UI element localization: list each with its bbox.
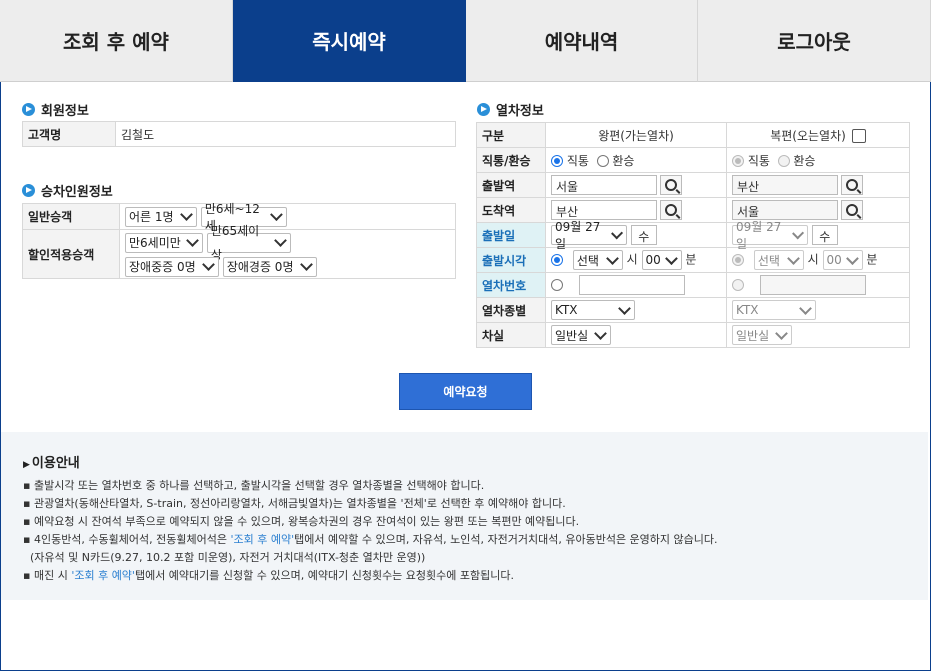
adult-count-select[interactable]: 어른 1명 [125,206,197,227]
ret-arr-input[interactable]: 서울 [732,200,838,220]
under6-count-select[interactable]: 만6세미만 [125,232,203,253]
disabled-mild-select[interactable]: 장애경증 0명 [222,256,317,277]
row-dep-label: 출발역 [476,172,546,198]
chevron-down-icon [299,258,313,271]
out-seat-select[interactable]: 일반실 [551,325,611,345]
out-day: 수 [630,225,657,245]
ret-date-select[interactable]: 09월 27일 [732,220,808,251]
ret-type-select[interactable]: KTX [732,300,816,320]
list-item: ▪ 매진 시 '조회 후 예약'탭에서 예약대기를 신청할 수 있으며, 예약대… [23,569,514,582]
member-info-table: 고객명 김철도 [22,121,456,147]
col-return-cell: 복편(오는열차) [726,122,910,148]
ret-min-select[interactable]: 00 [822,250,863,270]
ret-day: 수 [811,225,838,245]
row-time-label: 출발시각 [476,247,546,273]
search-icon[interactable] [660,175,682,195]
chevron-down-icon [270,208,283,221]
out-trainno-input[interactable] [578,275,685,295]
search-icon[interactable] [841,200,863,220]
chevron-down-icon [775,326,788,340]
customer-name-value: 김철도 [115,121,456,147]
return-checkbox[interactable] [851,129,866,143]
ret-trainno-radio[interactable] [732,279,744,291]
row-type-label: 열차종별 [476,297,546,323]
chevron-down-icon [605,251,619,265]
ret-hour-select[interactable]: 선택 [753,250,804,270]
tab-logout[interactable]: 로그아웃 [698,0,931,82]
arrow-bullet-icon [22,184,35,197]
chevron-down-icon [791,226,804,240]
tab-instant-reserve[interactable]: 즉시예약 [233,0,466,82]
chevron-down-icon [610,226,623,240]
out-hour-select[interactable]: 선택 [572,250,623,270]
out-dep-input[interactable]: 서울 [551,175,657,195]
row-direct-label: 직통/환승 [476,147,546,173]
col-label: 구분 [476,122,546,148]
customer-name-label: 고객명 [22,121,116,147]
chevron-down-icon [664,251,678,265]
chevron-down-icon [274,234,287,247]
tab-reservation-history[interactable]: 예약내역 [466,0,698,82]
general-passenger-label: 일반승객 [22,203,120,230]
search-icon[interactable] [660,200,682,220]
reservation-request-button[interactable]: 예약요청 [399,373,532,410]
row-trainno-label: 열차번호 [476,272,546,298]
out-arr-input[interactable]: 부산 [551,200,657,220]
usage-guide-title: 이용안내 [23,452,906,471]
out-type-select[interactable]: KTX [551,300,635,320]
out-transfer-radio[interactable] [596,155,609,167]
list-item: ▪ 관광열차(동해산타열차, S-train, 정선아리랑열차, 서해금빛열차)… [23,497,566,510]
list-item: ▪ 출발시각 또는 열차번호 중 하나를 선택하고, 출발시각을 선택할 경우 … [23,479,485,492]
arrow-bullet-icon [477,103,490,116]
chevron-down-icon [180,208,193,221]
out-trainno-radio[interactable] [551,279,563,291]
out-time-radio[interactable] [551,254,563,266]
out-direct-radio[interactable] [551,155,563,167]
list-item: ▪ 예약요청 시 잔여석 부족으로 예약되지 않을 수 있으며, 왕복승차권의 … [23,515,580,528]
tab-bar: 조회 후 예약 즉시예약 예약내역 로그아웃 [0,0,931,82]
chevron-down-icon [799,301,812,315]
search-reserve-link[interactable]: '조회 후 예약' [230,533,294,546]
row-seat-label: 차실 [476,322,546,348]
usage-guide-list: ▪ 출발시각 또는 열차번호 중 하나를 선택하고, 출발시각을 선택할 경우 … [23,477,906,585]
ret-time-radio[interactable] [732,254,744,266]
chevron-down-icon [202,258,215,271]
senior-count-select[interactable]: 만65세이상 [206,224,291,262]
ret-dep-input[interactable]: 부산 [732,175,838,195]
train-info-title: 열차정보 [477,100,544,119]
chevron-down-icon [845,251,859,265]
chevron-down-icon [618,301,631,315]
disabled-severe-select[interactable]: 장애중증 0명 [125,256,219,277]
arrow-bullet-icon [22,103,35,116]
ret-transfer-radio[interactable] [777,155,790,167]
chevron-down-icon [186,234,199,247]
list-item: ▪ 4인동반석, 수동휠체어석, 전동휠체어석은 '조회 후 예약'탭에서 예약… [23,533,718,546]
chevron-down-icon [786,251,800,265]
list-item: (자유석 및 N카드(9.27, 10.2 포함 미운영), 자전거 거치대석(… [30,551,426,564]
train-info-table: 구분 왕편(가는열차) 복편(오는열차) 직통/환승 직통 환승 직통 환승 출… [476,122,910,348]
col-outbound: 왕편(가는열차) [545,122,727,148]
member-info-title: 회원정보 [22,100,89,119]
discount-passenger-label: 할인적용승객 [22,229,120,279]
ret-seat-select[interactable]: 일반실 [732,325,792,345]
row-arr-label: 도착역 [476,197,546,223]
tab-search-reserve[interactable]: 조회 후 예약 [0,0,233,82]
search-reserve-link[interactable]: '조회 후 예약' [71,569,135,582]
search-icon[interactable] [841,175,863,195]
out-min-select[interactable]: 00 [641,250,682,270]
passenger-info-title: 승차인원정보 [22,181,113,200]
chevron-down-icon [594,326,607,340]
passenger-info-table: 일반승객 어른 1명 만6세~12세 할인적용승객 만6세미만 만65세이상 장… [22,202,456,279]
row-date-label: 출발일 [476,222,546,248]
usage-guide: 이용안내 ▪ 출발시각 또는 열차번호 중 하나를 선택하고, 출발시각을 선택… [1,432,928,600]
ret-direct-radio[interactable] [732,155,744,167]
out-date-select[interactable]: 09월 27일 [551,220,627,251]
ret-trainno-input[interactable] [759,275,866,295]
